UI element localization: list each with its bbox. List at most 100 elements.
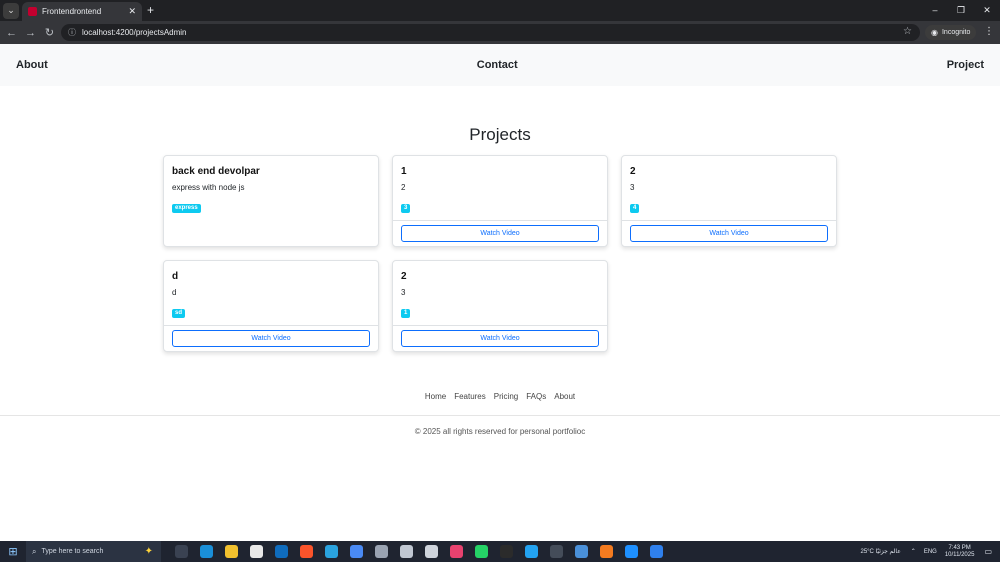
system-tray: 25°C عالم جزئيًا ⌃ ENG 7:43 PM 10/11/202… <box>860 541 1000 562</box>
shield-icon[interactable] <box>425 545 438 558</box>
terminal-icon[interactable] <box>550 545 563 558</box>
whatsapp-icon[interactable] <box>475 545 488 558</box>
footer-link-features[interactable]: Features <box>454 392 486 401</box>
task-view-icon[interactable] <box>175 545 188 558</box>
telegram-icon[interactable] <box>325 545 338 558</box>
back-arrow-icon[interactable]: ← <box>2 27 21 39</box>
weather-widget[interactable]: 25°C عالم جزئيًا <box>860 548 900 555</box>
browser-toolbar: ← → ↻ ⓘ localhost:4200/projectsAdmin ☆ <box>0 21 1000 44</box>
browser-tab-strip: ⌄ Frontendrontend ✕ + – ❐ ✕ <box>0 0 1000 21</box>
project-tag-badge: 3 <box>401 204 411 213</box>
incognito-label: Incognito <box>941 29 971 36</box>
app-orange-icon[interactable] <box>600 545 613 558</box>
project-description: express with node js <box>172 183 245 192</box>
vscode-icon[interactable] <box>525 545 538 558</box>
angular-favicon-icon <box>28 7 37 16</box>
footer-divider <box>0 415 1000 416</box>
footer-link-about[interactable]: About <box>554 392 575 401</box>
incognito-icon: ◉ <box>931 28 938 37</box>
footer-link-pricing[interactable]: Pricing <box>494 392 518 401</box>
project-description: 3 <box>630 183 635 192</box>
url-text[interactable]: localhost:4200/projectsAdmin <box>82 28 187 37</box>
project-title: 2 <box>630 166 636 177</box>
watch-video-button[interactable]: Watch Video <box>401 225 599 242</box>
bookmark-star-icon[interactable]: ☆ <box>903 26 912 37</box>
reload-icon[interactable]: ↻ <box>40 26 59 39</box>
project-description: 3 <box>401 288 406 297</box>
card-footer: Watch Video <box>622 220 836 246</box>
project-tag-badge: express <box>172 204 201 213</box>
browser-menu-icon[interactable]: ⋮ <box>984 26 994 37</box>
browser-tab[interactable]: Frontendrontend ✕ <box>22 2 142 21</box>
project-description: d <box>172 288 177 297</box>
tab-close-icon[interactable]: ✕ <box>128 6 136 17</box>
search-highlight-icon: ✦ <box>144 546 153 557</box>
language-indicator[interactable]: ENG <box>924 549 937 555</box>
jetbrains-icon[interactable] <box>450 545 463 558</box>
edge-icon[interactable] <box>200 545 213 558</box>
site-navbar: About Contact Project <box>0 44 1000 86</box>
project-title: 1 <box>401 166 407 177</box>
project-card: d d sd Watch Video <box>163 260 379 352</box>
copyright-text: © 2025 all rights reserved for personal … <box>414 427 586 436</box>
watch-video-button[interactable]: Watch Video <box>172 330 370 347</box>
project-card: back end devolpar express with node js e… <box>163 155 379 247</box>
card-footer: Watch Video <box>393 220 607 246</box>
project-card: 1 2 3 Watch Video <box>392 155 608 247</box>
project-card: 2 3 1 Watch Video <box>392 260 608 352</box>
project-card: 2 3 4 Watch Video <box>621 155 837 247</box>
new-tab-button[interactable]: + <box>147 3 154 17</box>
footer-link-faqs[interactable]: FAQs <box>526 392 546 401</box>
chrome-icon[interactable] <box>350 545 363 558</box>
taskbar-apps <box>169 545 669 558</box>
watch-video-button[interactable]: Watch Video <box>630 225 828 242</box>
terminal-dark-icon[interactable] <box>500 545 513 558</box>
project-tag-badge: 1 <box>401 309 411 318</box>
brave-icon[interactable] <box>300 545 313 558</box>
taskbar-search-placeholder: Type here to search <box>41 548 104 555</box>
nav-about-link[interactable]: About <box>16 59 48 71</box>
project-title: back end devolpar <box>172 166 260 177</box>
file-explorer-icon[interactable] <box>225 545 238 558</box>
tab-title: Frontendrontend <box>42 7 102 16</box>
project-description: 2 <box>401 183 406 192</box>
restore-button[interactable]: ❐ <box>948 0 974 21</box>
nav-contact-link[interactable]: Contact <box>477 59 518 71</box>
tab-search-dropdown-icon[interactable]: ⌄ <box>3 2 19 19</box>
calculator-icon[interactable] <box>575 545 588 558</box>
store-icon[interactable] <box>250 545 263 558</box>
notification-icon[interactable]: ▭ <box>984 547 992 556</box>
app-b-icon[interactable] <box>400 545 413 558</box>
windows-start-icon[interactable]: ⊞ <box>0 545 26 558</box>
project-tag-badge: 4 <box>630 204 640 213</box>
app-a-icon[interactable] <box>375 545 388 558</box>
page-viewport: About Contact Project Projects back end … <box>0 44 1000 541</box>
windows-taskbar: ⊞ ⌕ Type here to search ✦ 25°C عالم جزئي… <box>0 541 1000 562</box>
watch-video-button[interactable]: Watch Video <box>401 330 599 347</box>
clock-time: 7:43 PM <box>948 544 971 551</box>
taskbar-clock[interactable]: 7:43 PM 10/11/2025 <box>945 545 975 559</box>
incognito-indicator[interactable]: ◉ Incognito <box>925 25 977 40</box>
page-title: Projects <box>469 125 531 144</box>
search-icon: ⌕ <box>32 546 37 556</box>
minimize-button[interactable]: – <box>922 0 948 21</box>
project-tag-badge: sd <box>172 309 186 318</box>
site-info-icon[interactable]: ⓘ <box>68 27 76 38</box>
project-title: d <box>172 271 179 282</box>
footer-link-home[interactable]: Home <box>425 392 446 401</box>
card-footer: Watch Video <box>164 325 378 351</box>
taskbar-search[interactable]: ⌕ Type here to search ✦ <box>26 541 161 562</box>
clock-date: 10/11/2025 <box>944 551 975 558</box>
close-window-button[interactable]: ✕ <box>974 0 1000 21</box>
app-blue-icon[interactable] <box>650 545 663 558</box>
window-controls: – ❐ ✕ <box>922 0 1000 21</box>
download-icon[interactable] <box>625 545 638 558</box>
footer-nav: Home Features Pricing FAQs About <box>0 392 1000 401</box>
nav-project-link[interactable]: Project <box>947 59 984 71</box>
tray-overflow-icon[interactable]: ⌃ <box>911 548 916 555</box>
forward-arrow-icon[interactable]: → <box>21 27 40 39</box>
outlook-icon[interactable] <box>275 545 288 558</box>
address-bar[interactable]: ⓘ localhost:4200/projectsAdmin ☆ <box>61 24 920 41</box>
project-title: 2 <box>401 271 407 282</box>
card-footer: Watch Video <box>393 325 607 351</box>
